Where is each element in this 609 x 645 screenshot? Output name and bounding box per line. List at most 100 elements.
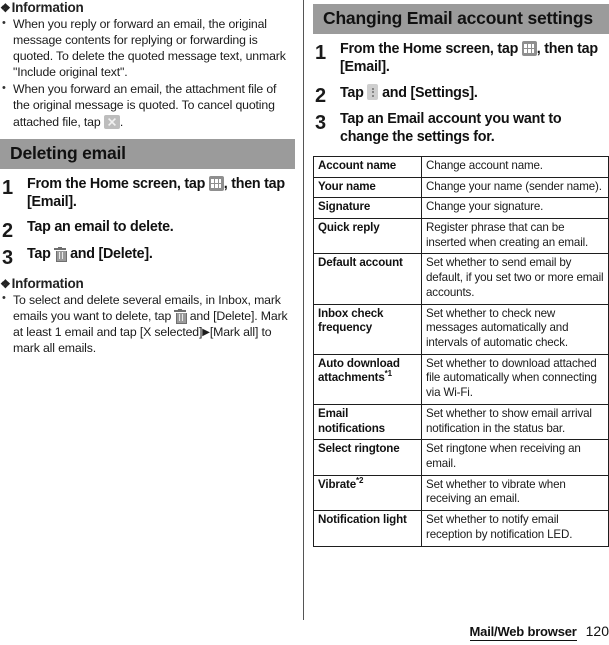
left-column: ❖Information When you reply or forward a… [0,0,295,357]
table-cell-value: Change account name. [421,155,609,178]
diamond-icon: ❖ [0,1,11,15]
list-item: When you forward an email, the attachmen… [0,81,295,129]
step-text: Tap and [Delete]. [27,246,295,264]
step-number: 1 [315,42,327,65]
table-cell-key: Auto download attachments*1 [313,353,422,405]
trash-icon [54,246,67,262]
step-item: 3 Tap an Email account you want to chang… [313,111,609,147]
step-text: Tap an email to delete. [27,219,295,237]
section-title: Deleting email [0,138,295,169]
step-number: 2 [315,85,327,108]
section-deleting-email: Deleting email 1 From the Home screen, t… [0,138,295,269]
step-text-part: Tap an email to delete. [27,218,174,235]
table-cell-value: Register phrase that can be inserted whe… [421,217,609,255]
table-cell-value: Change your name (sender name). [421,176,609,199]
step-text-part: From the Home screen, tap [340,41,522,58]
table-row: Default account Set whether to send emai… [313,253,609,305]
setting-name: Select ringtone [318,442,400,456]
column-divider [303,0,304,620]
footnote-marker: *2 [356,475,364,485]
table-row: Your name Change your name (sender name)… [313,176,609,199]
page-number: 120 [585,623,609,639]
setting-name: Vibrate [318,477,357,491]
table-row: Account name Change account name. [313,155,609,178]
trash-icon [174,308,187,324]
setting-name: Quick reply [318,220,380,234]
information-block-bottom: ❖Information To select and delete severa… [0,276,295,356]
information-block-top: ❖Information When you reply or forward a… [0,0,295,130]
apps-grid-icon [521,41,537,57]
table-row: Vibrate*2 Set whether to vibrate when re… [313,474,609,512]
information-heading-label: Information [11,275,84,291]
information-bullet-list-top: When you reply or forward an email, the … [0,15,295,130]
table-cell-key: Signature [313,197,422,219]
table-cell-value: Set whether to send email by default, if… [421,253,609,305]
table-cell-key: Quick reply [313,217,422,255]
table-cell-value: Change your signature. [421,197,609,219]
step-list: 1 From the Home screen, tap , then tap [… [313,41,609,146]
setting-name: Email notifications [318,406,385,435]
bullet-text-tail: . [119,114,124,129]
table-cell-value: Set whether to check new messages automa… [421,303,609,355]
table-cell-key: Default account [313,253,422,305]
page-footer: Mail/Web browser 120 [469,623,609,641]
footnote-marker: *1 [384,369,392,379]
step-list: 1 From the Home screen, tap , then tap [… [0,176,295,269]
step-text: Tap and [Settings]. [340,84,609,103]
step-number: 3 [315,112,327,135]
step-item: 1 From the Home screen, tap , then tap [… [0,176,295,212]
step-text-part: Tap [340,85,368,102]
information-bullet-list-bottom: To select and delete several emails, in … [0,291,295,356]
step-text: From the Home screen, tap , then tap [Em… [27,176,295,212]
step-text-part: Tap an Email account you want to change … [340,111,562,145]
list-item: When you reply or forward an email, the … [0,15,295,80]
table-row: Inbox check frequency Set whether to che… [313,303,609,355]
setting-name: Account name [318,158,397,172]
table-cell-value: Set whether to notify email reception by… [421,510,609,547]
section-changing-email-account-settings: Changing Email account settings 1 From t… [313,0,609,547]
step-item: 3 Tap and [Delete]. [0,246,295,269]
step-text-part: Tap [27,245,55,262]
table-cell-value: Set whether to download attached file au… [421,353,609,405]
table-cell-value: Set ringtone when receiving an email. [421,439,609,476]
step-number: 2 [2,219,14,242]
manual-page: ❖Information When you reply or forward a… [0,0,609,645]
table-row: Select ringtone Set ringtone when receiv… [313,439,609,476]
step-text: From the Home screen, tap , then tap [Em… [340,41,609,77]
step-item: 2 Tap and [Settings]. [313,84,609,108]
table-row: Quick reply Register phrase that can be … [313,217,609,255]
setting-name: Inbox check frequency [318,306,384,335]
setting-name: Notification light [318,513,407,527]
table-cell-key: Notification light [313,510,422,547]
table-cell-key: Email notifications [313,403,422,441]
information-heading-label: Information [11,0,84,15]
table-cell-key: Inbox check frequency [313,303,422,355]
step-text-part: From the Home screen, tap [27,176,209,192]
step-text-part: and [Delete]. [66,245,153,262]
table-cell-key: Vibrate*2 [313,474,422,512]
table-row: Signature Change your signature. [313,197,609,219]
table-cell-value: Set whether to show email arrival notifi… [421,403,609,441]
table-row: Auto download attachments*1 Set whether … [313,353,609,405]
bullet-text: When you reply or forward an email, the … [13,17,286,80]
step-text: Tap an Email account you want to change … [340,111,609,147]
information-heading: ❖ Information [0,0,295,15]
information-heading: ❖ Information [0,276,295,291]
step-text-part: and [Settings]. [378,85,478,102]
setting-name: Signature [318,200,371,214]
list-item: To select and delete several emails, in … [0,291,295,356]
table-row: Notification light Set whether to notify… [313,510,609,547]
step-item: 2 Tap an email to delete. [0,219,295,242]
section-title: Changing Email account settings [313,4,609,35]
triangle-right-icon: ▶ [202,326,210,338]
table-cell-key: Select ringtone [313,439,422,476]
step-number: 3 [2,246,14,269]
table-cell-key: Your name [313,176,422,199]
table-row: Email notifications Set whether to show … [313,403,609,441]
table-cell-key: Account name [313,155,422,178]
step-item: 1 From the Home screen, tap , then tap [… [313,41,609,77]
table-cell-value: Set whether to vibrate when receiving an… [421,474,609,512]
bullet-text: When you forward an email, the attachmen… [13,82,277,129]
chapter-label: Mail/Web browser [469,624,577,641]
overflow-menu-icon [367,84,379,101]
